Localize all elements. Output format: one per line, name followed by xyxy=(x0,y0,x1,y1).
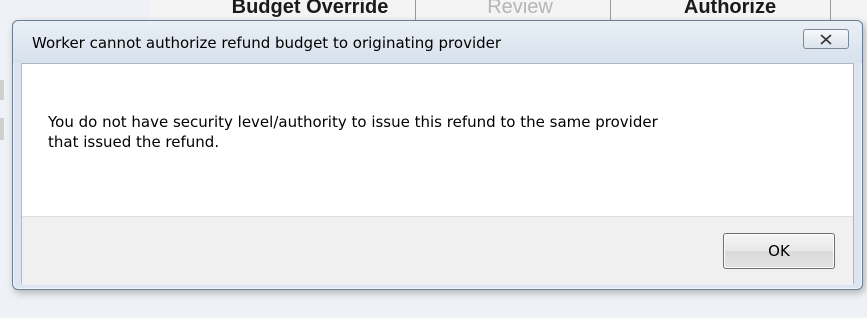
background-field-edge xyxy=(0,80,4,100)
message-line: that issued the refund. xyxy=(48,133,220,151)
background-field-edge xyxy=(0,118,4,140)
close-icon xyxy=(820,34,832,45)
tab-budget-override[interactable]: Budget Override xyxy=(205,0,416,20)
dialog-title: Worker cannot authorize refund budget to… xyxy=(32,34,502,52)
tab-authorize[interactable]: Authorize xyxy=(630,0,831,20)
dialog-message: You do not have security level/authority… xyxy=(48,112,838,152)
message-line: You do not have security level/authority… xyxy=(48,113,658,131)
dialog-titlebar: Worker cannot authorize refund budget to… xyxy=(13,21,862,63)
ok-button[interactable]: OK xyxy=(723,233,835,269)
dialog-button-bar: OK xyxy=(22,216,853,285)
close-button[interactable] xyxy=(803,29,849,49)
dialog-content: You do not have security level/authority… xyxy=(21,63,854,285)
tab-review[interactable]: Review xyxy=(430,0,611,20)
message-dialog: Worker cannot authorize refund budget to… xyxy=(12,20,863,290)
